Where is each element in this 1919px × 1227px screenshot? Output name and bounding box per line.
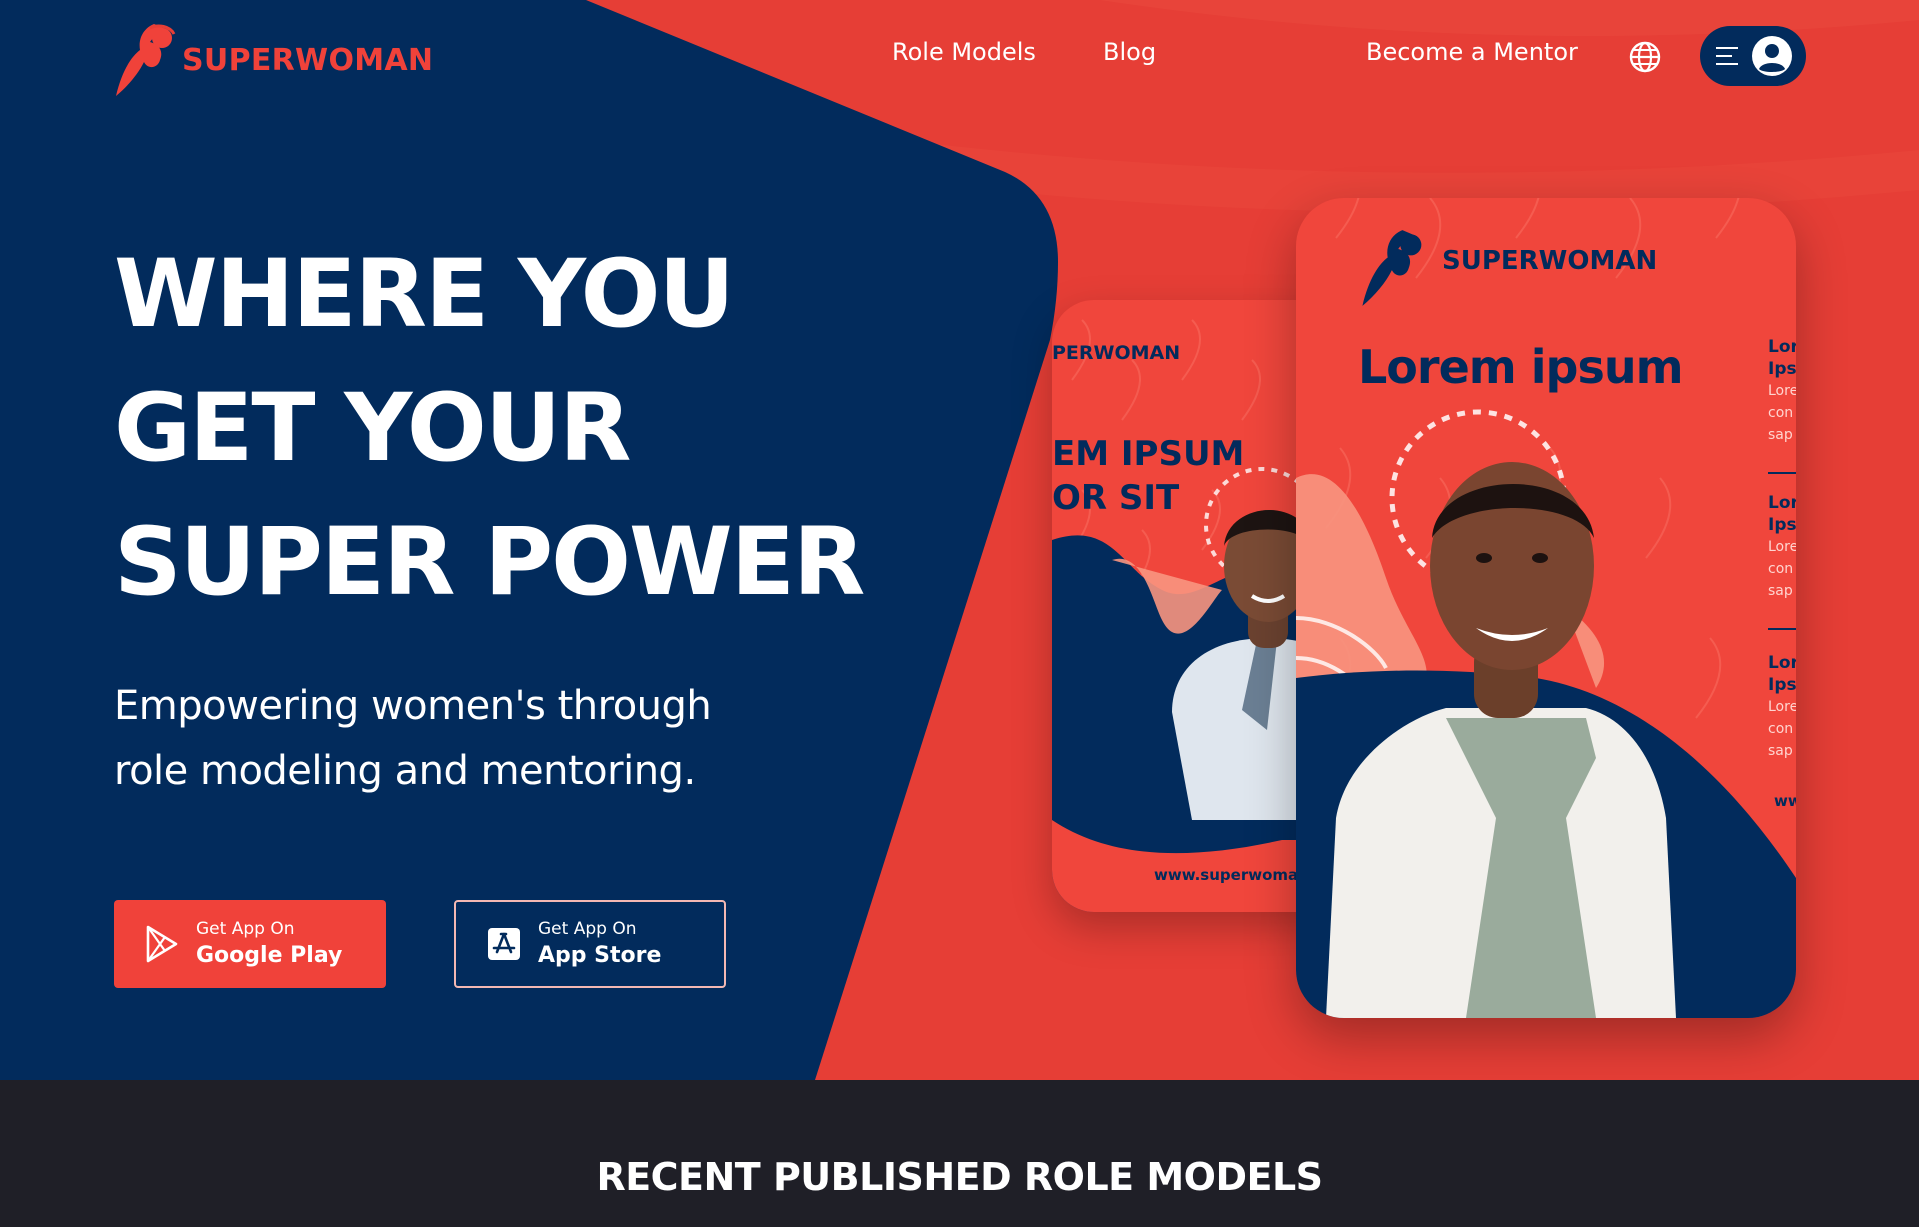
app-store-icon (488, 928, 520, 960)
hero-section: SUPERWOMAN Role Models Blog Become a Men… (0, 0, 1919, 1080)
headline-line-1: WHERE YOU (114, 240, 735, 349)
side-heading: Lor (1768, 653, 1796, 673)
side-text: sap (1768, 427, 1793, 443)
side-divider (1768, 472, 1796, 474)
card-front-title: Lorem ipsum (1358, 340, 1683, 394)
side-divider (1768, 628, 1796, 630)
side-text: con (1768, 405, 1794, 421)
card-back-title-line-2: OR SIT (1052, 478, 1180, 518)
card-back-title: EM IPSUM OR SIT (1052, 432, 1244, 520)
nav-blog[interactable]: Blog (1103, 38, 1156, 66)
card-front-artwork (1296, 198, 1796, 1018)
subline-line-2: role modeling and mentoring. (114, 748, 696, 794)
mockup-card-front: SUPERWOMAN Lorem ipsum Lor Ips Lore con … (1296, 198, 1796, 1018)
user-avatar-icon (1752, 36, 1792, 76)
nav-become-mentor[interactable]: Become a Mentor (1366, 38, 1578, 66)
google-play-small-label: Get App On (196, 919, 295, 939)
subline-line-1: Empowering women's through (114, 683, 712, 729)
card-front-url: ww (1774, 792, 1796, 810)
app-store-label: App Store (538, 943, 662, 968)
app-store-small-label: Get App On (538, 919, 637, 939)
card-front-side-block-2: Lor Ips Lore con sap (1768, 492, 1796, 602)
hero-headline: WHERE YOU GET YOUR SUPER POWER (114, 228, 874, 630)
google-play-button[interactable]: Get App On Google Play (114, 900, 386, 988)
card-front-side-block-1: Lor Ips Lore con sap (1768, 336, 1796, 446)
side-text: sap (1768, 583, 1793, 599)
nav-role-models[interactable]: Role Models (892, 38, 1036, 66)
side-heading: Ips (1768, 359, 1796, 379)
card-front-brand: SUPERWOMAN (1442, 246, 1658, 276)
side-text: Lore (1768, 699, 1796, 715)
side-text: Lore (1768, 539, 1796, 555)
card-front-logo-icon (1362, 230, 1422, 306)
google-play-label: Google Play (196, 943, 343, 968)
google-play-icon (146, 925, 178, 963)
side-heading: Lor (1768, 493, 1796, 513)
app-store-button[interactable]: Get App On App Store (454, 900, 726, 988)
card-back-brand: PERWOMAN (1052, 342, 1181, 364)
brand-name: SUPERWOMAN (182, 42, 434, 78)
hero-subline: Empowering women's through role modeling… (114, 674, 794, 804)
headline-line-3: SUPER POWER (114, 508, 865, 617)
side-text: Lore (1768, 383, 1796, 399)
side-heading: Lor (1768, 337, 1796, 357)
recent-role-models-heading: RECENT PUBLISHED ROLE MODELS (596, 1155, 1323, 1199)
globe-icon[interactable] (1628, 40, 1662, 74)
headline-line-2: GET YOUR (114, 374, 632, 483)
side-heading: Ips (1768, 675, 1796, 695)
side-text: sap (1768, 743, 1793, 759)
card-front-side-block-3: Lor Ips Lore con sap (1768, 652, 1796, 762)
card-back-title-line-1: EM IPSUM (1052, 434, 1245, 474)
card-back-url: www.superwoma (1154, 866, 1299, 884)
superwoman-logo-icon (116, 24, 176, 96)
brand-logo[interactable]: SUPERWOMAN (114, 22, 433, 98)
side-text: con (1768, 561, 1794, 577)
side-text: con (1768, 721, 1794, 737)
account-menu-button[interactable] (1700, 26, 1806, 86)
side-heading: Ips (1768, 515, 1796, 535)
hamburger-menu-icon (1716, 47, 1738, 65)
